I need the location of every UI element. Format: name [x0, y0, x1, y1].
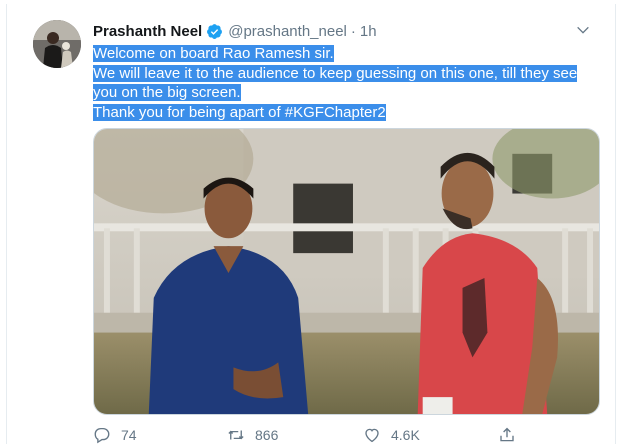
tweet-actions: 74 866 4.6K [93, 424, 533, 446]
chevron-down-icon [577, 26, 589, 34]
author-name[interactable]: Prashanth Neel [93, 23, 202, 40]
avatar[interactable] [33, 20, 81, 68]
tweet-text-line: Thank you for being apart of #KGFChapter… [93, 103, 386, 121]
tweet-photo[interactable] [93, 128, 600, 415]
tweet-text-line: Welcome on board Rao Ramesh sir. [93, 45, 334, 62]
tweet-text-line: you on the big screen. [93, 84, 241, 101]
retweet-count: 866 [255, 427, 279, 443]
share-icon [500, 427, 514, 442]
reply-count: 74 [121, 427, 137, 443]
tweet-menu-button[interactable] [573, 20, 593, 40]
reply-button[interactable]: 74 [93, 426, 137, 444]
tweet-header: Prashanth Neel @prashanth_neel · 1h [93, 21, 585, 41]
retweet-icon [228, 430, 244, 440]
reply-icon [94, 427, 110, 444]
tweet-card[interactable]: Prashanth Neel @prashanth_neel · 1h Welc… [6, 4, 616, 444]
separator-dot: · [350, 22, 356, 40]
avatar-image [33, 20, 81, 68]
retweet-button[interactable]: 866 [227, 426, 278, 444]
heart-icon [365, 428, 379, 443]
like-count: 4.6K [391, 427, 420, 443]
photo-image [94, 129, 599, 414]
tweet-text-line: We will leave it to the audience to keep… [93, 64, 578, 82]
like-button[interactable]: 4.6K [363, 426, 420, 444]
author-handle[interactable]: @prashanth_neel [228, 23, 347, 40]
verified-badge-icon [206, 23, 223, 40]
share-button[interactable] [498, 426, 526, 444]
tweet-timestamp[interactable]: 1h [360, 23, 377, 40]
tweet-text: Welcome on board Rao Ramesh sir. We will… [93, 44, 593, 122]
